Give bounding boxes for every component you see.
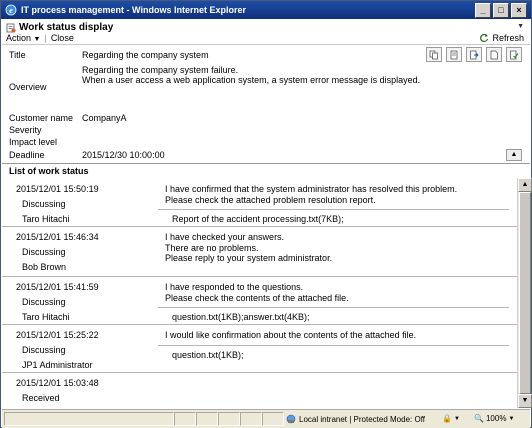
status-cell-4 <box>218 412 240 426</box>
entry-person: JP1 Administrator <box>22 360 93 370</box>
document-toolbar <box>426 47 522 62</box>
zoom-icon: 🔍 <box>474 414 484 423</box>
title-label: Title <box>9 50 26 60</box>
entry-timestamp: 2015/12/01 15:25:22 <box>16 330 99 340</box>
entry-message-line: I have checked your answers. <box>165 232 285 242</box>
work-status-entry: 2015/12/01 15:25:22 Discussing JP1 Adminis… <box>2 324 517 373</box>
page-title-text: Work status display <box>19 22 114 33</box>
chevron-down-icon: ▼ <box>453 415 460 422</box>
deadline-label: Deadline <box>9 150 45 160</box>
maximize-button[interactable]: □ <box>493 3 509 18</box>
entry-person: Bob Brown <box>22 262 67 272</box>
page-title: Work status display <box>6 22 113 33</box>
entry-message-line: I would like confirmation about the cont… <box>165 330 417 340</box>
status-cell-6 <box>262 412 284 426</box>
attachment-divider <box>158 209 509 210</box>
menu-bar: Action ▼ | Close <box>6 33 74 43</box>
impact-level-label: Impact level <box>9 137 58 147</box>
header-collapse-icon[interactable]: ▼ <box>517 23 524 30</box>
internet-explorer-icon: e <box>5 4 17 16</box>
page-header: Work status display ▼ Action ▼ | Close R… <box>2 20 530 45</box>
entry-message-line: Please reply to your system administrato… <box>165 253 333 263</box>
entry-message: I would like confirmation about the cont… <box>165 330 416 341</box>
entry-attachment-link[interactable]: Report of the accident processing.txt(7K… <box>172 214 344 224</box>
entry-person: Taro Hitachi <box>22 312 70 322</box>
chevron-down-icon: ▼ <box>508 415 515 422</box>
work-status-entry: 2015/12/01 15:41:59 Discussing Taro Hitach… <box>2 276 517 325</box>
approve-doc-icon[interactable] <box>506 47 522 62</box>
entry-status: Received <box>22 393 60 403</box>
entry-timestamp: 2015/12/01 15:03:48 <box>16 378 99 388</box>
close-menu-button[interactable]: Close <box>51 33 74 43</box>
attachment-divider <box>158 307 509 308</box>
title-value: Regarding the company system <box>82 50 209 60</box>
attachment-divider <box>158 344 509 346</box>
window-title: IT process management - Windows Internet… <box>21 5 246 15</box>
work-status-list-header: List of work status <box>2 163 530 179</box>
entry-person: Taro Hitachi <box>22 214 70 224</box>
intranet-globe-icon <box>286 414 296 424</box>
minimize-button[interactable]: _ <box>475 3 491 18</box>
work-status-entry: 2015/12/01 15:50:19 Discussing Taro Hitach… <box>2 178 517 227</box>
scroll-up-button[interactable]: ▲ <box>518 178 532 192</box>
window-close-button[interactable]: × <box>511 3 527 18</box>
work-status-entry: 2015/12/01 15:46:34 Discussing Bob Brown I … <box>2 226 517 277</box>
security-zone[interactable]: Local intranet | Protected Mode: Off <box>286 414 425 424</box>
status-cell-5 <box>240 412 262 426</box>
entry-message-line: There are no problems. <box>165 242 259 253</box>
chevron-down-icon: ▼ <box>33 36 41 43</box>
scroll-down-button[interactable]: ▼ <box>518 394 532 408</box>
entry-message-line: Please check the attached problem resolu… <box>165 194 376 205</box>
vertical-scrollbar[interactable]: ▲ ▼ <box>517 178 532 408</box>
action-menu[interactable]: Action ▼ <box>6 33 40 43</box>
work-status-list[interactable]: 2015/12/01 15:50:19 Discussing Taro Hitach… <box>2 178 517 408</box>
forward-doc-icon[interactable] <box>466 47 482 62</box>
entry-attachment-link[interactable]: question.txt(1KB); <box>172 350 244 360</box>
copy-doc-icon[interactable] <box>426 47 442 62</box>
entry-timestamp: 2015/12/01 15:41:59 <box>16 282 99 292</box>
refresh-icon <box>480 33 489 43</box>
customer-name-value: CompanyA <box>82 113 127 123</box>
entry-attachment-link[interactable]: question.txt(1KB);answer.txt(4KB); <box>172 312 310 322</box>
entry-status: Discussing <box>22 199 66 209</box>
entry-message-line: I have responded to the questions. <box>165 282 304 292</box>
new-doc-icon[interactable] <box>486 47 502 62</box>
work-status-entry: 2015/12/01 15:03:48 Received <box>2 372 517 408</box>
entry-status: Discussing <box>22 297 66 307</box>
lock-icon: 🔒 <box>442 414 452 423</box>
status-cell-2 <box>174 412 196 426</box>
ticket-details: Title Regarding the company system Regar… <box>2 45 530 161</box>
scroll-thumb[interactable] <box>519 192 531 394</box>
overview-line-1: Regarding the company system failure. <box>82 65 239 75</box>
edit-doc-icon[interactable] <box>446 47 462 62</box>
collapse-details-button[interactable]: ▲ <box>506 149 522 161</box>
status-cell-main <box>4 412 174 426</box>
svg-text:e: e <box>9 6 13 15</box>
entry-message-line: Please check the contents of the attache… <box>165 292 349 303</box>
entry-message: I have confirmed that the system adminis… <box>165 184 457 205</box>
entry-message-line: I have confirmed that the system adminis… <box>165 184 458 194</box>
overview-label: Overview <box>9 82 47 92</box>
overview-line-2: When a user access a web application sys… <box>82 75 421 85</box>
entry-status: Discussing <box>22 345 66 355</box>
status-bar: Local intranet | Protected Mode: Off 🔍 1… <box>2 409 530 428</box>
menu-separator: | <box>44 33 47 43</box>
deadline-value: 2015/12/30 10:00:00 <box>82 150 165 160</box>
zoom-control[interactable]: 🔍 100% ▼ <box>474 414 514 423</box>
protected-mode-tools[interactable]: 🔒 ▼ <box>442 414 460 423</box>
status-cell-3 <box>196 412 218 426</box>
entry-status: Discussing <box>22 247 66 257</box>
severity-label: Severity <box>9 125 42 135</box>
refresh-button[interactable]: Refresh <box>479 33 524 43</box>
entry-message: I have responded to the questions. Please… <box>165 282 349 303</box>
entry-timestamp: 2015/12/01 15:46:34 <box>16 232 99 242</box>
entry-message: I have checked your answers. There are no… <box>165 232 332 264</box>
customer-name-label: Customer name <box>9 113 74 123</box>
browser-window: e IT process management - Windows Intern… <box>0 0 532 428</box>
work-status-icon <box>6 23 16 32</box>
title-bar: e IT process management - Windows Intern… <box>1 1 531 19</box>
entry-timestamp: 2015/12/01 15:50:19 <box>16 184 99 194</box>
